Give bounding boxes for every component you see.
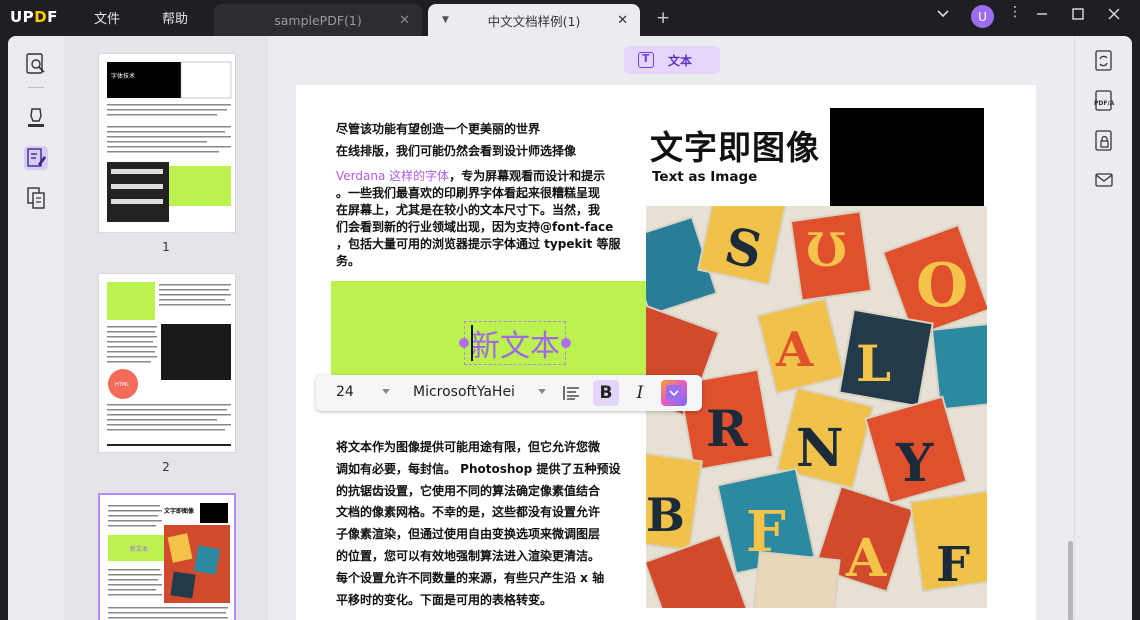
svg-text:R: R xyxy=(706,399,748,458)
font-family-select[interactable]: MicrosoftYaHei xyxy=(413,384,515,400)
text-color-button[interactable] xyxy=(661,380,687,406)
document-viewer: 文本 尽管该功能有望创造一个更美丽的世界 在线排版，我们可能仍然会看到设计师选择… xyxy=(268,36,1074,620)
edit-pdf-icon[interactable] xyxy=(24,146,48,170)
highlight-text[interactable]: Verdana 这样的字体 xyxy=(336,169,449,183)
title-bar: UPDF 文件 帮助 samplePDF(1) ✕ ▼ 中文文档样例(1) ✕ … xyxy=(0,0,1140,36)
menu-file[interactable]: 文件 xyxy=(94,8,120,27)
svg-text:PDF/A: PDF/A xyxy=(1094,100,1115,107)
page-subtitle[interactable]: Text as Image xyxy=(652,169,757,185)
search-icon[interactable] xyxy=(24,52,48,76)
page-number: 1 xyxy=(162,240,170,254)
svg-text:字体技术: 字体技术 xyxy=(111,72,135,80)
tab-samplepdf[interactable]: samplePDF(1) ✕ xyxy=(214,4,422,36)
text-cursor xyxy=(471,325,473,361)
chevron-down-icon[interactable] xyxy=(382,389,390,394)
align-left-icon[interactable] xyxy=(559,380,585,406)
svg-text:F: F xyxy=(936,537,970,593)
close-window-icon[interactable] xyxy=(1108,8,1120,24)
avatar[interactable]: U xyxy=(971,5,994,28)
thumbnail-page-1[interactable]: 字体技术 xyxy=(98,53,236,233)
text-format-toolbar: 24 MicrosoftYaHei B I xyxy=(316,375,702,411)
page-number: 2 xyxy=(162,460,170,474)
divider xyxy=(28,87,44,88)
mail-icon[interactable] xyxy=(1094,170,1114,192)
highlighter-icon[interactable] xyxy=(24,106,48,130)
paragraph-line[interactable]: Verdana 这样的字体，专为屏幕观看而设计和提示 xyxy=(336,168,605,186)
right-tool-rail: PDF/A xyxy=(1074,36,1132,620)
svg-text:L: L xyxy=(856,334,891,393)
tab-chinese-doc[interactable]: ▼ 中文文档样例(1) ✕ xyxy=(428,4,640,36)
tab-label: 中文文档样例(1) xyxy=(487,13,581,29)
organize-pages-icon[interactable] xyxy=(24,186,48,210)
bold-button[interactable]: B xyxy=(593,380,619,406)
svg-text:Ʊ: Ʊ xyxy=(806,223,847,277)
svg-text:O: O xyxy=(916,251,968,321)
main-frame: 字体技术 1 HTML 2 文字即图像 新文本 T 文本 尽管该功能有望创造一个… xyxy=(8,36,1132,620)
thumbnail-page-3[interactable]: 文字即图像 新文本 xyxy=(98,493,236,620)
minimize-icon[interactable] xyxy=(1036,6,1048,24)
italic-button[interactable]: I xyxy=(627,380,653,406)
page-title[interactable]: 文字即图像 xyxy=(650,121,820,169)
paragraph-line[interactable]: 。一些我们最喜欢的印刷界字体看起来很糟糕呈现 xyxy=(336,185,600,203)
close-icon[interactable]: ✕ xyxy=(399,13,410,28)
svg-text:Y: Y xyxy=(895,433,934,494)
resize-handle-left[interactable] xyxy=(459,338,469,348)
text-tool-icon xyxy=(638,52,654,68)
left-tool-rail xyxy=(8,36,64,620)
paragraph-line[interactable]: ，包括大量可用的浏览器提示字体通过 typekit 等服 xyxy=(336,236,620,254)
thumbnail-panel: 字体技术 1 HTML 2 文字即图像 新文本 xyxy=(64,36,268,620)
text-mode-chip[interactable]: 文本 xyxy=(624,46,720,74)
chevron-down-icon[interactable] xyxy=(538,389,546,394)
svg-text:HTML: HTML xyxy=(115,382,129,388)
svg-text:A: A xyxy=(845,528,887,589)
more-icon[interactable]: ⋮ xyxy=(1008,4,1022,20)
paragraph-line[interactable]: 在屏幕上，尤其是在较小的文本尺寸下。当然，我 xyxy=(336,202,600,220)
svg-text:文字即图像: 文字即图像 xyxy=(163,507,195,515)
close-icon[interactable]: ✕ xyxy=(617,13,628,28)
app-logo: UPDF xyxy=(10,8,58,26)
menu-help[interactable]: 帮助 xyxy=(162,8,188,27)
paragraph-line[interactable]: 务。 xyxy=(336,253,360,271)
paragraph-block[interactable]: 将文本作为图像提供可能用途有限，但它允许您微 调如有必要，每封信。 Photos… xyxy=(336,437,620,611)
vertical-scrollbar[interactable] xyxy=(1068,541,1073,620)
maximize-icon[interactable] xyxy=(1072,8,1084,24)
black-image-block[interactable] xyxy=(830,108,984,208)
paragraph-line[interactable]: 在线排版，我们可能仍然会看到设计师选择像 xyxy=(336,143,576,161)
svg-text:新文本: 新文本 xyxy=(130,545,148,553)
new-tab-plus-icon[interactable]: + xyxy=(656,8,670,28)
pdf-page: 尽管该功能有望创造一个更美丽的世界 在线排版，我们可能仍然会看到设计师选择像 V… xyxy=(296,85,1036,620)
svg-text:A: A xyxy=(775,322,814,378)
tab-label: samplePDF(1) xyxy=(274,12,362,28)
convert-icon[interactable] xyxy=(1094,50,1114,72)
svg-text:B: B xyxy=(646,488,685,542)
chevron-down-icon xyxy=(666,385,682,401)
editable-text[interactable]: 新文本 xyxy=(470,321,560,365)
resize-handle-right[interactable] xyxy=(561,338,571,348)
protect-icon[interactable] xyxy=(1094,130,1114,152)
font-size-select[interactable]: 24 xyxy=(336,384,354,400)
pdfa-icon[interactable]: PDF/A xyxy=(1094,90,1115,112)
paragraph-line[interactable]: 们会看到新的行业领域出现，因为支持@font-face xyxy=(336,219,613,237)
chevron-down-icon[interactable] xyxy=(936,6,950,24)
paragraph-line[interactable]: 尽管该功能有望创造一个更美丽的世界 xyxy=(336,121,540,139)
thumbnail-page-2[interactable]: HTML xyxy=(98,273,236,453)
svg-text:N: N xyxy=(796,418,844,479)
svg-text:F: F xyxy=(746,499,786,565)
